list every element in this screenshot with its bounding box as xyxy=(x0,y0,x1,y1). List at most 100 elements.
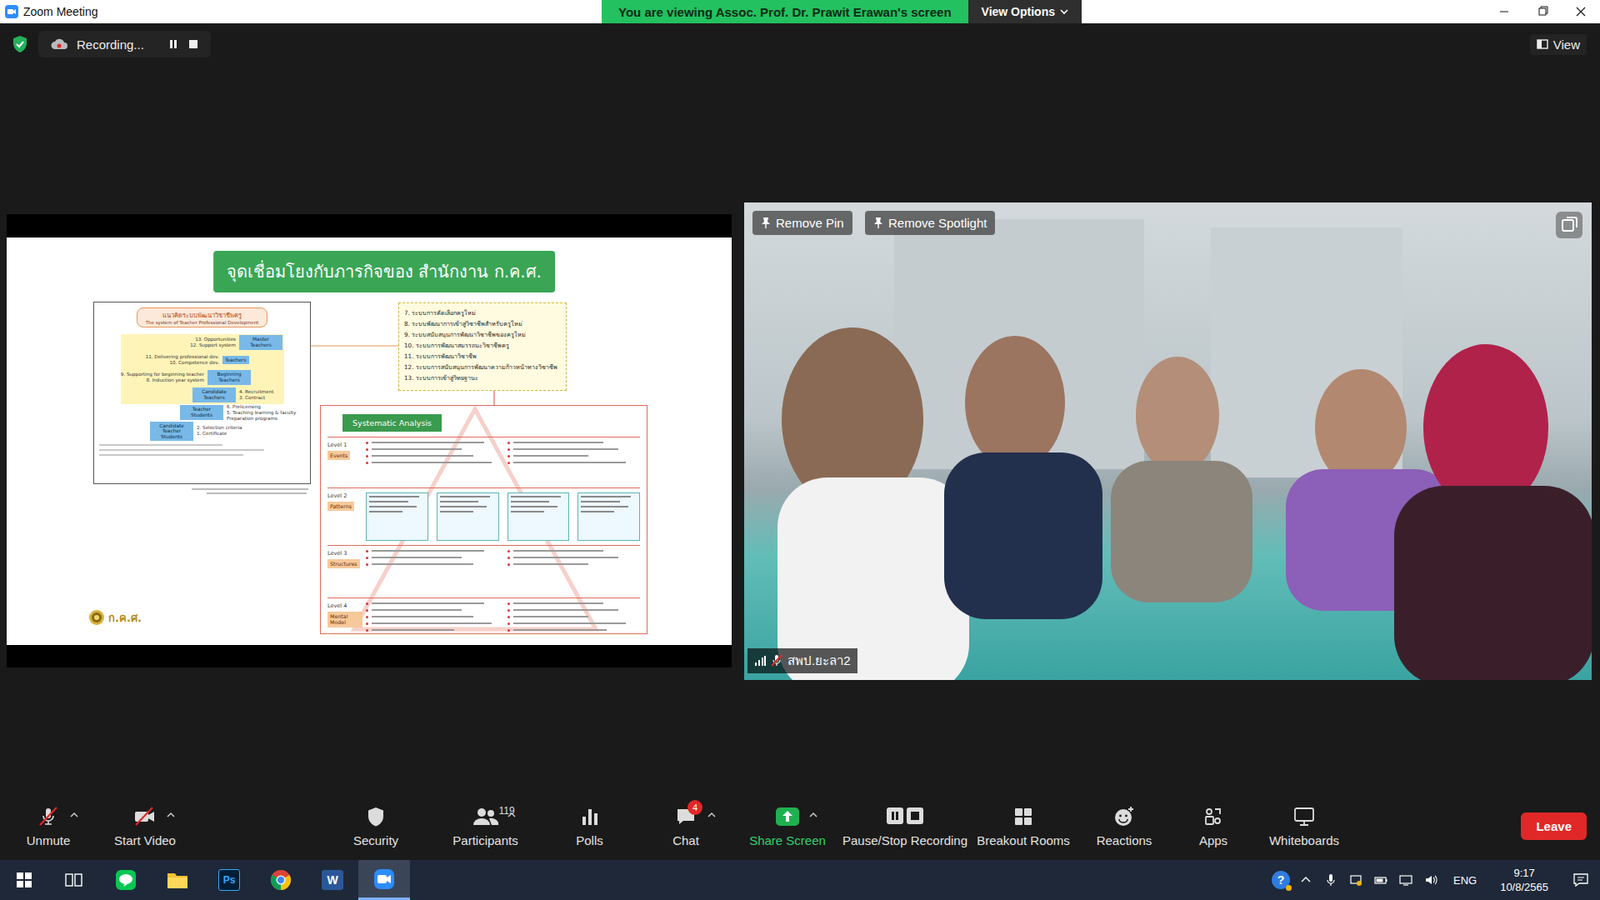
taskbar-app[interactable]: W xyxy=(306,860,359,900)
tray-item[interactable] xyxy=(1368,873,1394,887)
toolbar-button[interactable]: Reactions xyxy=(1079,805,1170,848)
bullet-line xyxy=(365,629,500,632)
text-line xyxy=(513,602,604,605)
whiteboard-icon[interactable] xyxy=(1293,806,1315,827)
remove-pin-button[interactable]: Remove Pin xyxy=(752,210,853,235)
tray-item[interactable] xyxy=(1293,873,1319,887)
text-line xyxy=(513,556,619,559)
cloud-record-icon xyxy=(50,37,69,51)
notification-button[interactable] xyxy=(1561,872,1600,888)
caret-up-icon[interactable] xyxy=(70,811,79,819)
toolbar-button[interactable]: Start Video xyxy=(96,805,194,848)
toolbar-button[interactable]: Apps xyxy=(1169,805,1258,848)
task-view-icon[interactable] xyxy=(65,871,84,889)
analysis-level-row: Level 3Structures xyxy=(327,545,640,598)
bullet-dot xyxy=(507,622,510,625)
battery-icon[interactable] xyxy=(1374,873,1388,887)
minimize-icon[interactable] xyxy=(1485,0,1524,24)
bullet-dot xyxy=(365,629,369,632)
chevron-down-icon[interactable] xyxy=(1060,8,1069,15)
microphone-icon[interactable] xyxy=(37,805,60,828)
toolbar-button[interactable]: Pause/Stop Recording xyxy=(842,805,968,848)
taskbar-app[interactable] xyxy=(48,860,100,900)
title-bar: Zoom MeetingYou are viewing Assoc. Prof.… xyxy=(0,0,1600,24)
taskbar-app[interactable] xyxy=(0,860,49,900)
network-icon[interactable] xyxy=(1349,873,1363,887)
close-icon[interactable] xyxy=(1561,0,1600,24)
diagram-note: 2. Selection criteria xyxy=(196,425,243,431)
display-icon[interactable] xyxy=(1399,873,1413,887)
statistic-cell xyxy=(365,492,429,541)
caret-up-icon[interactable] xyxy=(707,811,716,819)
share-screen-icon[interactable] xyxy=(775,806,800,827)
statistic-cell xyxy=(507,492,570,541)
file-explorer-icon[interactable] xyxy=(166,870,189,890)
bullet-line xyxy=(365,615,500,619)
view-button[interactable]: View xyxy=(1530,34,1587,55)
restore-icon[interactable] xyxy=(1523,0,1562,24)
bullet-dot xyxy=(365,622,369,625)
caret-up-icon[interactable] xyxy=(809,811,818,819)
notification-icon[interactable] xyxy=(1572,872,1590,888)
layout-icon[interactable] xyxy=(1536,38,1549,50)
bullet-line xyxy=(365,441,500,445)
chrome-icon[interactable] xyxy=(270,869,292,891)
participants-icon[interactable] xyxy=(472,806,500,827)
apps-icon[interactable] xyxy=(1203,806,1224,827)
toolbar-button[interactable]: Unmute xyxy=(0,805,97,848)
clock[interactable]: 9:1710/8/2565 xyxy=(1486,865,1562,895)
tray-item[interactable] xyxy=(1343,873,1369,887)
windows-start-icon[interactable] xyxy=(16,872,32,888)
spotlight-icon[interactable] xyxy=(873,216,884,229)
breakout-rooms-icon[interactable] xyxy=(1013,806,1034,827)
polls-icon[interactable] xyxy=(580,806,600,827)
security-shield-icon[interactable] xyxy=(11,35,29,54)
taskbar-app[interactable] xyxy=(255,860,307,900)
zoom-taskbar-icon[interactable] xyxy=(373,868,395,890)
diagram-note: 8. Induction year system xyxy=(99,377,205,384)
text-line xyxy=(510,510,545,513)
text-line xyxy=(513,441,604,444)
chevron-up-icon[interactable] xyxy=(1299,873,1313,887)
bullet-dot xyxy=(365,556,369,560)
caret-up-icon[interactable] xyxy=(166,811,175,819)
taskbar-app[interactable] xyxy=(100,860,152,900)
switch-camera-icon[interactable] xyxy=(1555,210,1584,240)
toolbar-button[interactable]: 119Participants xyxy=(430,805,540,848)
toolbar-button[interactable]: Polls xyxy=(540,805,640,848)
input-language[interactable]: ENG xyxy=(1443,874,1487,887)
taskbar-app[interactable]: Ps xyxy=(203,860,255,900)
line-app-icon[interactable] xyxy=(115,869,137,891)
leave-button[interactable]: Leave xyxy=(1520,812,1587,840)
diagram-note: 9. Supporting for beginning teacher xyxy=(99,371,205,378)
toolbar-button[interactable]: Whiteboards xyxy=(1257,805,1351,848)
microphone-tray-icon[interactable] xyxy=(1324,873,1338,887)
view-label: View xyxy=(1553,37,1580,52)
toolbar-button[interactable]: Breakout Rooms xyxy=(967,805,1080,848)
slide-title: จุดเชื่อมโยงกับภารกิจของ สำนักงาน ก.ค.ศ. xyxy=(213,250,555,293)
level-content xyxy=(365,550,640,594)
tray-item[interactable] xyxy=(1318,873,1344,887)
stop-icon[interactable] xyxy=(187,38,200,50)
taskbar-app[interactable] xyxy=(358,860,410,900)
reactions-icon[interactable] xyxy=(1113,805,1135,828)
view-options-button[interactable]: View Options xyxy=(968,0,1082,24)
remove-spotlight-button[interactable]: Remove Spotlight xyxy=(865,210,995,235)
taskbar-app[interactable] xyxy=(151,860,204,900)
speaker-icon[interactable] xyxy=(1424,873,1438,887)
toolbar-button[interactable]: Security xyxy=(320,805,431,848)
tray-item[interactable] xyxy=(1393,873,1419,887)
bullet-dot xyxy=(365,615,369,619)
shield-icon[interactable] xyxy=(365,805,386,828)
tray-item[interactable] xyxy=(1418,873,1444,887)
toolbar-button[interactable]: 4Chat xyxy=(639,805,733,848)
pause-icon[interactable] xyxy=(167,38,180,50)
bullet-line xyxy=(507,602,641,605)
diagram-note: Preparation programs xyxy=(226,415,296,422)
text-line xyxy=(580,500,620,503)
help-tray-item[interactable]: ? xyxy=(1268,870,1294,890)
pause-stop-icon[interactable] xyxy=(885,806,925,827)
video-camera-icon[interactable] xyxy=(133,805,157,828)
toolbar-button[interactable]: Share Screen xyxy=(732,805,843,848)
pin-icon[interactable] xyxy=(760,216,771,229)
